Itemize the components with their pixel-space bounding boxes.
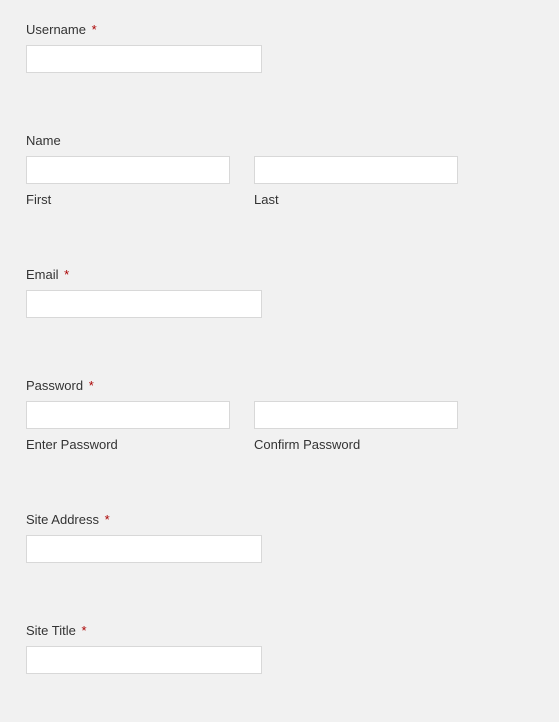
site-title-label: Site Title * (26, 623, 533, 638)
email-label-text: Email (26, 267, 59, 282)
password-columns: Enter Password Confirm Password (26, 401, 533, 452)
site-title-group: Site Title * (26, 623, 533, 674)
enter-password-sublabel: Enter Password (26, 437, 230, 452)
required-marker: * (92, 22, 97, 37)
enter-password-col: Enter Password (26, 401, 230, 452)
email-input[interactable] (26, 290, 262, 318)
last-name-input[interactable] (254, 156, 458, 184)
username-label: Username * (26, 22, 533, 37)
first-name-input[interactable] (26, 156, 230, 184)
site-address-label-text: Site Address (26, 512, 99, 527)
last-name-col: Last (254, 156, 458, 207)
username-label-text: Username (26, 22, 86, 37)
username-input[interactable] (26, 45, 262, 73)
confirm-password-sublabel: Confirm Password (254, 437, 458, 452)
site-address-input[interactable] (26, 535, 262, 563)
name-group: Name First Last (26, 133, 533, 207)
name-label-text: Name (26, 133, 61, 148)
email-label: Email * (26, 267, 533, 282)
username-group: Username * (26, 22, 533, 73)
required-marker: * (64, 267, 69, 282)
required-marker: * (105, 512, 110, 527)
name-label: Name (26, 133, 533, 148)
password-label-text: Password (26, 378, 83, 393)
confirm-password-col: Confirm Password (254, 401, 458, 452)
name-columns: First Last (26, 156, 533, 207)
site-title-label-text: Site Title (26, 623, 76, 638)
confirm-password-input[interactable] (254, 401, 458, 429)
enter-password-input[interactable] (26, 401, 230, 429)
site-address-group: Site Address * (26, 512, 533, 563)
site-address-label: Site Address * (26, 512, 533, 527)
password-label: Password * (26, 378, 533, 393)
first-name-sublabel: First (26, 192, 230, 207)
required-marker: * (81, 623, 86, 638)
site-title-input[interactable] (26, 646, 262, 674)
first-name-col: First (26, 156, 230, 207)
password-group: Password * Enter Password Confirm Passwo… (26, 378, 533, 452)
required-marker: * (89, 378, 94, 393)
email-group: Email * (26, 267, 533, 318)
last-name-sublabel: Last (254, 192, 458, 207)
